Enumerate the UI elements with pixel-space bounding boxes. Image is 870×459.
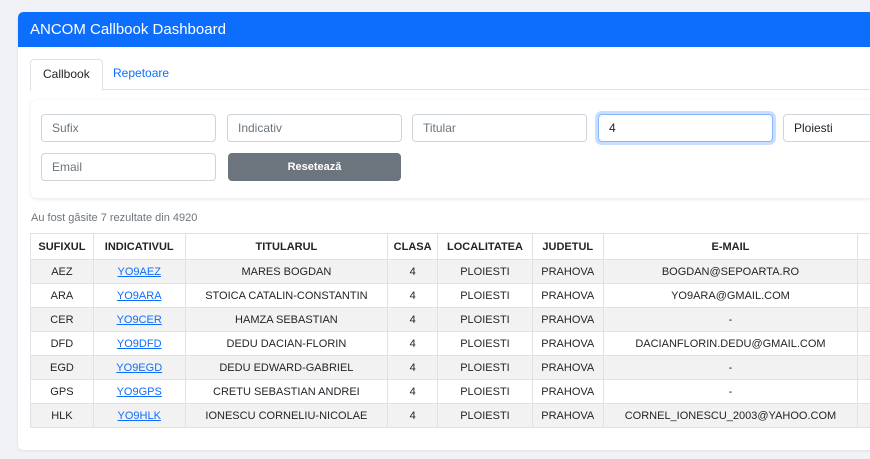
table-row: AEZ YO9AEZ MARES BOGDAN 4 PLOIESTI PRAHO…: [30, 259, 870, 284]
indicativ-link[interactable]: YO9AEZ: [118, 266, 161, 278]
callbook-table: SUFIXUL INDICATIVUL TITULARUL CLASA LOCA…: [30, 233, 870, 428]
cell-localitate: PLOIESTI: [437, 283, 533, 308]
cell-localitate: PLOIESTI: [437, 331, 533, 356]
table-row: GPS YO9GPS CRETU SEBASTIAN ANDREI 4 PLOI…: [30, 379, 870, 404]
tab-repetoare[interactable]: Repetoare: [101, 59, 181, 90]
table-row: CER YO9CER HAMZA SEBASTIAN 4 PLOIESTI PR…: [30, 307, 870, 332]
cell-clasa: 4: [387, 259, 439, 284]
cell-localitate: PLOIESTI: [437, 355, 533, 380]
indicativ-input[interactable]: [227, 114, 402, 142]
table-row: DFD YO9DFD DEDU DACIAN-FLORIN 4 PLOIESTI…: [30, 331, 870, 356]
col-email[interactable]: E-MAIL: [602, 233, 859, 260]
col-indicativul[interactable]: INDICATIVUL: [92, 233, 186, 260]
cell-titular: MARES BOGDAN: [184, 259, 389, 284]
cell-clasa: 4: [387, 355, 439, 380]
titular-input[interactable]: [412, 114, 587, 142]
cell-email: YO9ARA@GMAIL.COM: [602, 283, 859, 308]
indicativ-link[interactable]: YO9HLK: [118, 410, 161, 422]
col-clasa[interactable]: CLASA: [387, 233, 439, 260]
table-row: EGD YO9EGD DEDU EDWARD-GABRIEL 4 PLOIEST…: [30, 355, 870, 380]
cell-titular: IONESCU CORNELIU-NICOLAE: [184, 403, 389, 428]
col-titularul[interactable]: TITULARUL: [184, 233, 389, 260]
cell-titular: HAMZA SEBASTIAN: [184, 307, 389, 332]
cell-judet: PRAHOVA: [531, 379, 604, 404]
cell-clasa: 4: [387, 307, 439, 332]
cell-clasa: 4: [387, 403, 439, 428]
cell-localitate: PLOIESTI: [437, 379, 533, 404]
clasa-input[interactable]: [598, 114, 773, 142]
cell-judet: PRAHOVA: [531, 355, 604, 380]
indicativ-link[interactable]: YO9DFD: [117, 338, 162, 350]
col-judetul[interactable]: JUDETUL: [531, 233, 604, 260]
cell-titular: STOICA CATALIN-CONSTANTIN: [184, 283, 389, 308]
cell-clasa: 4: [387, 331, 439, 356]
cell-judet: PRAHOVA: [531, 403, 604, 428]
cell-localitate: PLOIESTI: [437, 403, 533, 428]
cell-email: -: [602, 307, 859, 332]
cell-judet: PRAHOVA: [531, 307, 604, 332]
tab-bar: Callbook Repetoare: [30, 59, 870, 91]
dashboard-card: ANCOM Callbook Dashboard Callbook Repeto…: [18, 12, 870, 450]
cell-clasa: 4: [387, 379, 439, 404]
cell-localitate: PLOIESTI: [437, 307, 533, 332]
table-row: HLK YO9HLK IONESCU CORNELIU-NICOLAE 4 PL…: [30, 403, 870, 428]
cell-titular: DEDU EDWARD-GABRIEL: [184, 355, 389, 380]
cell-judet: PRAHOVA: [531, 331, 604, 356]
table-row: ARA YO9ARA STOICA CATALIN-CONSTANTIN 4 P…: [30, 283, 870, 308]
cell-clasa: 4: [387, 283, 439, 308]
cell-localitate: PLOIESTI: [437, 259, 533, 284]
cell-sufix: EGD: [30, 355, 94, 380]
cell-email: DACIANFLORIN.DEDU@GMAIL.COM: [602, 331, 859, 356]
cell-sufix: HLK: [30, 403, 94, 428]
col-extra: [857, 233, 870, 260]
filter-panel: Resetează: [31, 100, 870, 198]
reset-button[interactable]: Resetează: [228, 153, 401, 181]
cell-sufix: DFD: [30, 331, 94, 356]
indicativ-link[interactable]: YO9EGD: [116, 362, 162, 374]
localitate-input[interactable]: [783, 114, 870, 142]
cell-email: BOGDAN@SEPOARTA.RO: [602, 259, 859, 284]
tab-callbook[interactable]: Callbook: [30, 59, 103, 91]
cell-email: -: [602, 379, 859, 404]
cell-judet: PRAHOVA: [531, 259, 604, 284]
email-input[interactable]: [41, 153, 216, 181]
cell-titular: CRETU SEBASTIAN ANDREI: [184, 379, 389, 404]
indicativ-link[interactable]: YO9CER: [117, 314, 162, 326]
cell-sufix: AEZ: [30, 259, 94, 284]
col-localitatea[interactable]: LOCALITATEA: [437, 233, 533, 260]
cell-titular: DEDU DACIAN-FLORIN: [184, 331, 389, 356]
indicativ-link[interactable]: YO9GPS: [117, 386, 162, 398]
cell-sufix: ARA: [30, 283, 94, 308]
cell-email: CORNEL_IONESCU_2003@YAHOO.COM: [602, 403, 859, 428]
results-count: Au fost găsite 7 rezultate din 4920: [31, 212, 198, 224]
cell-sufix: CER: [30, 307, 94, 332]
sufix-input[interactable]: [41, 114, 216, 142]
col-sufixul[interactable]: SUFIXUL: [30, 233, 94, 260]
page-title: ANCOM Callbook Dashboard: [18, 12, 870, 47]
cell-judet: PRAHOVA: [531, 283, 604, 308]
table-header-row: SUFIXUL INDICATIVUL TITULARUL CLASA LOCA…: [30, 233, 870, 260]
indicativ-link[interactable]: YO9ARA: [117, 290, 162, 302]
cell-email: -: [602, 355, 859, 380]
cell-sufix: GPS: [30, 379, 94, 404]
